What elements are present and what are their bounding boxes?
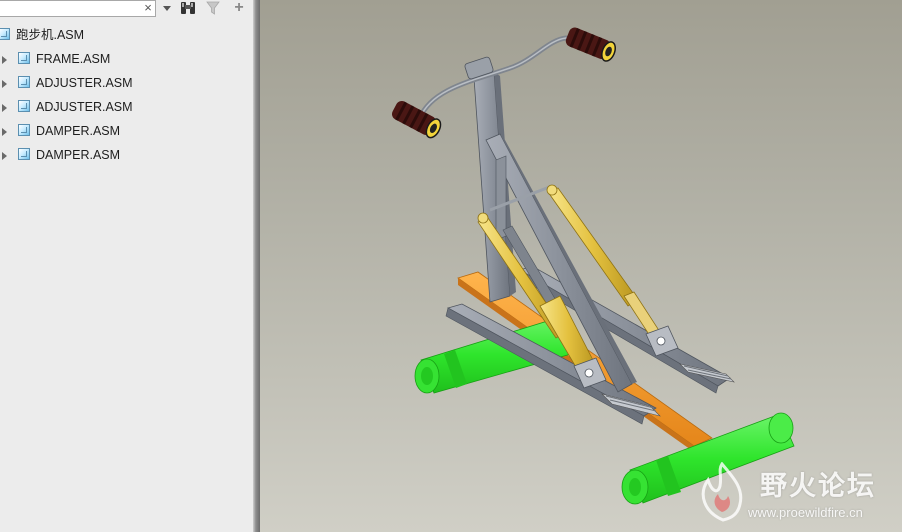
right-grip[interactable] (564, 26, 618, 63)
tree-item-damper[interactable]: DAMPER.ASM (0, 120, 253, 144)
clear-search-icon[interactable]: × (142, 0, 154, 17)
watermark-url: www.proewildfire.cn (748, 505, 863, 520)
assembly-icon (0, 28, 10, 40)
panel-splitter[interactable] (253, 0, 260, 532)
model-tree-toolbar: × + (0, 0, 253, 19)
left-grip[interactable] (390, 99, 444, 140)
tree-item-frame[interactable]: FRAME.ASM (0, 48, 253, 72)
expand-arrow-icon[interactable] (2, 128, 7, 136)
model-tree-panel: × + 跑步机.ASM FRAME.ASM ADJUSTER.ASM ADJUS… (0, 0, 254, 532)
watermark-title: 野火论坛 (760, 471, 876, 502)
tree-item-label: DAMPER.ASM (36, 148, 121, 162)
tree-item-adjuster[interactable]: ADJUSTER.ASM (0, 96, 253, 120)
forum-watermark: 野火论坛 www.proewildfire.cn (690, 458, 900, 528)
chevron-down-icon[interactable] (161, 0, 171, 17)
tree-item-label: FRAME.ASM (36, 52, 111, 66)
assembly-icon (18, 148, 30, 160)
expand-arrow-icon[interactable] (2, 152, 7, 160)
assembly-icon (18, 52, 30, 64)
graphics-viewport[interactable]: 野火论坛 www.proewildfire.cn (260, 0, 902, 532)
add-icon[interactable]: + (232, 0, 246, 17)
expand-arrow-icon[interactable] (2, 80, 7, 88)
filter-icon[interactable] (205, 0, 221, 17)
tree-item-root[interactable]: 跑步机.ASM (0, 24, 253, 48)
search-input[interactable] (0, 0, 156, 17)
assembly-icon (18, 76, 30, 88)
flame-logo-icon (701, 462, 743, 522)
tree-item-label: DAMPER.ASM (36, 124, 121, 138)
tree-item-label: ADJUSTER.ASM (36, 76, 133, 90)
tree-item-damper[interactable]: DAMPER.ASM (0, 144, 253, 168)
tree-item-adjuster[interactable]: ADJUSTER.ASM (0, 72, 253, 96)
assembly-icon (18, 100, 30, 112)
find-icon[interactable] (178, 0, 198, 17)
expand-arrow-icon[interactable] (2, 56, 7, 64)
tree-item-label: 跑步机.ASM (16, 28, 85, 42)
expand-arrow-icon[interactable] (2, 104, 7, 112)
assembly-icon (18, 124, 30, 136)
tree-item-label: ADJUSTER.ASM (36, 100, 133, 114)
treadmill-model[interactable] (260, 0, 902, 532)
model-tree: 跑步机.ASM FRAME.ASM ADJUSTER.ASM ADJUSTER.… (0, 24, 253, 168)
